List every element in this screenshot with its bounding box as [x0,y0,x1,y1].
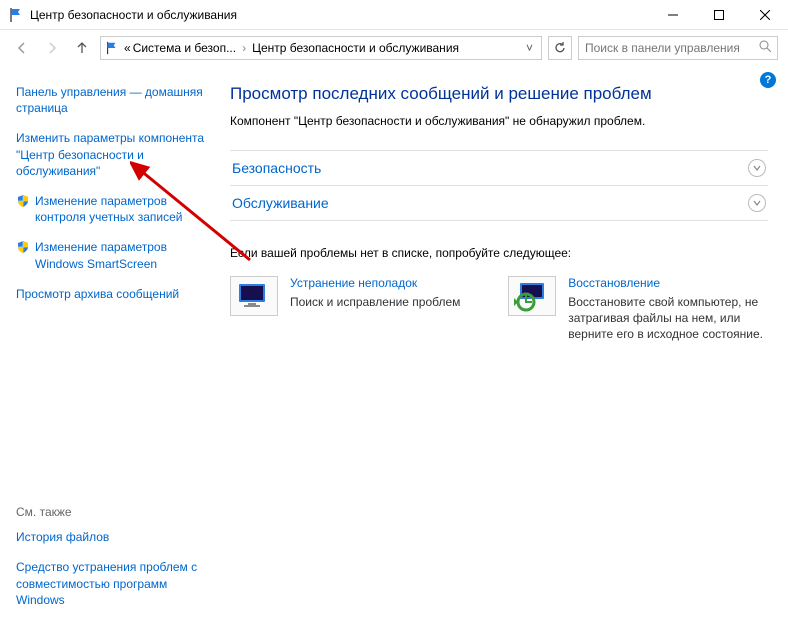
page-subtitle: Компонент "Центр безопасности и обслужив… [230,114,768,128]
minimize-button[interactable] [650,0,696,29]
options-row: Устранение неполадок Поиск и исправление… [230,276,768,343]
main-panel: Просмотр последних сообщений и решение п… [220,66,788,634]
security-section-title: Безопасность [232,160,321,176]
shield-icon [16,194,30,208]
title-bar: Центр безопасности и обслуживания [0,0,788,30]
recovery-title: Восстановление [568,276,766,290]
maintenance-section[interactable]: Обслуживание [230,185,768,221]
troubleshoot-title: Устранение неполадок [290,276,460,290]
window-controls [650,0,788,29]
troubleshoot-option[interactable]: Устранение неполадок Поиск и исправление… [230,276,488,343]
chevron-right-icon: › [238,41,250,55]
breadcrumb-prefix: « [124,41,131,55]
sidebar-home-link[interactable]: Панель управления — домашняя страница [16,84,208,116]
nav-bar: « Система и безоп... › Центр безопасност… [0,30,788,66]
breadcrumb[interactable]: « Система и безоп... › Центр безопасност… [100,36,542,60]
monitor-icon [230,276,278,316]
flag-icon [105,41,119,55]
close-button[interactable] [742,0,788,29]
sidebar-file-history-link[interactable]: История файлов [16,529,208,545]
sidebar-compat-link[interactable]: Средство устранения проблем с совместимо… [16,559,208,608]
sidebar-archive-link[interactable]: Просмотр архива сообщений [16,286,208,302]
refresh-button[interactable] [548,36,572,60]
search-input[interactable] [578,36,778,60]
try-following-text: Если вашей проблемы нет в списке, попроб… [230,246,768,260]
chevron-down-icon[interactable] [748,159,766,177]
help-icon[interactable]: ? [760,72,776,88]
search-icon [759,40,772,53]
recovery-icon [508,276,556,316]
breadcrumb-item[interactable]: Система и безоп... [133,41,236,55]
up-button[interactable] [70,36,94,60]
recovery-desc: Восстановите свой компьютер, не затрагив… [568,294,766,343]
see-also-title: См. также [16,505,208,519]
flag-icon [8,7,24,23]
content-area: Панель управления — домашняя страница Из… [0,66,788,634]
maintenance-section-title: Обслуживание [232,195,329,211]
sidebar-change-settings-link[interactable]: Изменить параметры компонента "Центр без… [16,130,208,179]
chevron-down-icon[interactable]: ˅ [522,41,537,55]
page-title: Просмотр последних сообщений и решение п… [230,84,768,104]
shield-icon [16,240,30,254]
maximize-button[interactable] [696,0,742,29]
recovery-option[interactable]: Восстановление Восстановите свой компьют… [508,276,766,343]
sidebar-uac-link[interactable]: Изменение параметров контроля учетных за… [16,193,208,225]
security-section[interactable]: Безопасность [230,150,768,186]
see-also-section: См. также История файлов Средство устран… [16,505,208,622]
chevron-down-icon[interactable] [748,194,766,212]
breadcrumb-item[interactable]: Центр безопасности и обслуживания [252,41,459,55]
troubleshoot-desc: Поиск и исправление проблем [290,294,460,310]
sidebar: Панель управления — домашняя страница Из… [0,66,220,634]
window-title: Центр безопасности и обслуживания [30,8,650,22]
sidebar-smartscreen-link[interactable]: Изменение параметров Windows SmartScreen [16,239,208,271]
back-button[interactable] [10,36,34,60]
search-wrap [578,36,778,60]
forward-button[interactable] [40,36,64,60]
